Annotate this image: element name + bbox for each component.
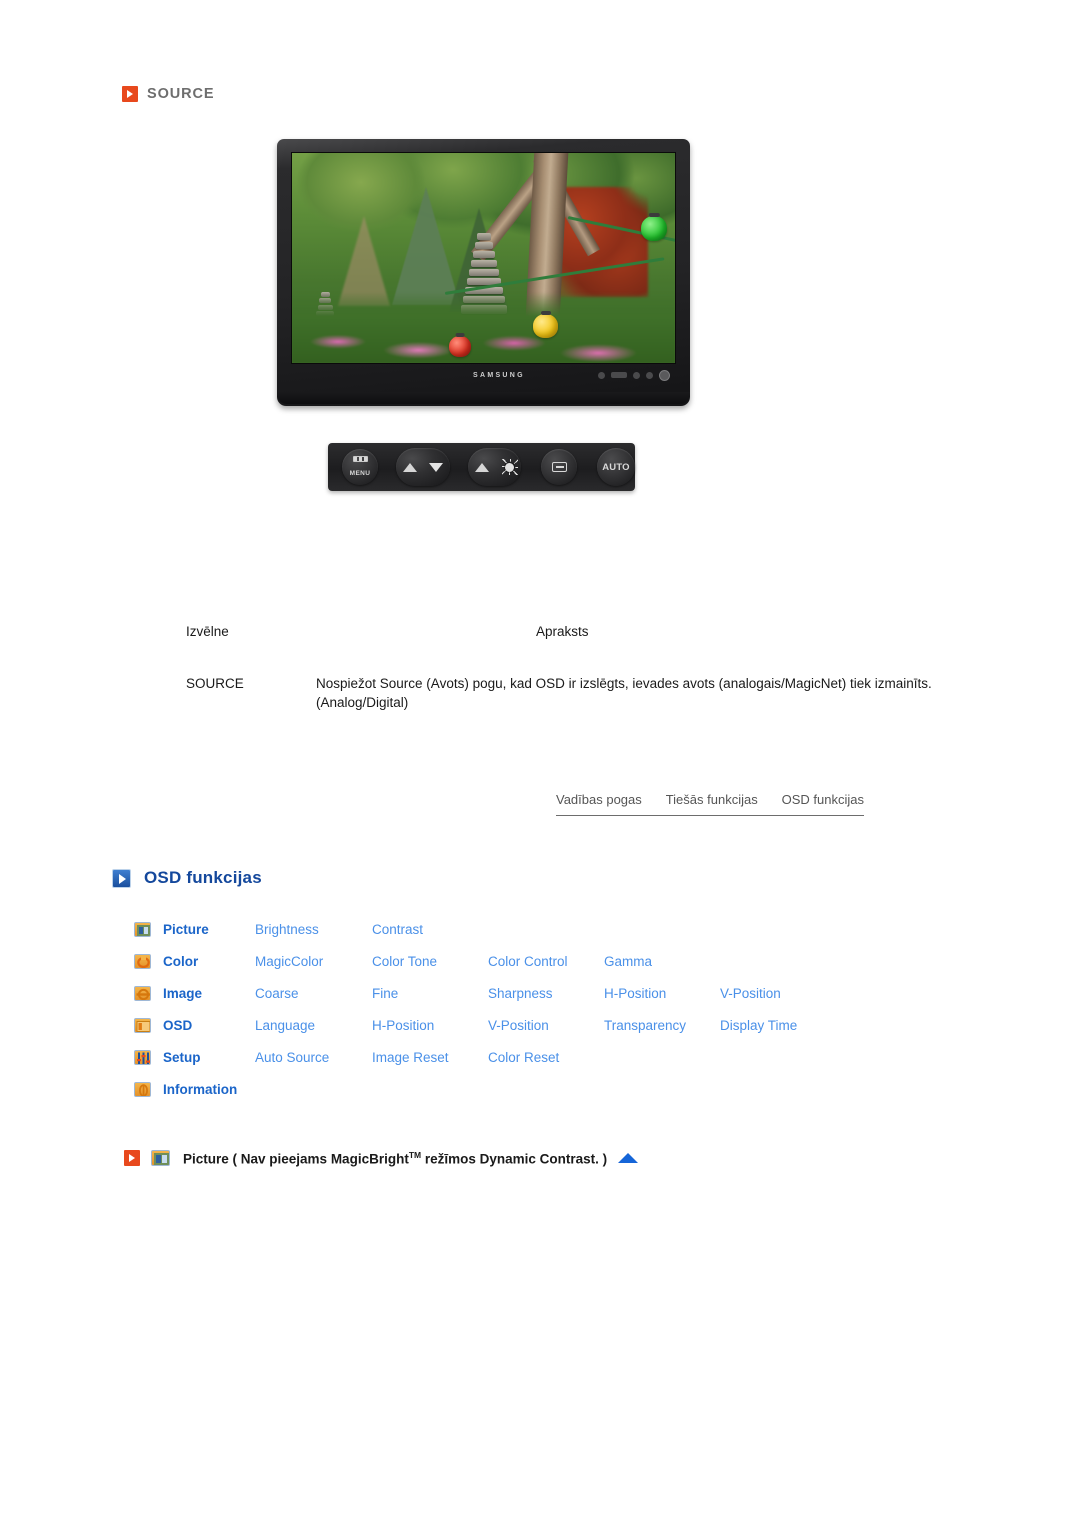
menu-category-label[interactable]: Color (163, 954, 255, 969)
menu-item[interactable]: Gamma (604, 954, 720, 969)
menu-item[interactable]: H-Position (604, 986, 720, 1001)
page-title: SOURCE (147, 86, 215, 102)
menu-item[interactable]: Color Tone (372, 954, 488, 969)
mountain-icon (474, 462, 489, 472)
picture-note-text: Picture ( Nav pieejams MagicBrightTM rež… (183, 1150, 607, 1167)
picture-note-line: Picture ( Nav pieejams MagicBrightTM rež… (124, 1150, 639, 1167)
menu-item[interactable]: Color Reset (488, 1050, 604, 1065)
samsung-logo: SAMSUNG (473, 371, 525, 379)
picture-icon (151, 1150, 170, 1167)
row-menu-name: SOURCE (186, 676, 244, 691)
menu-category-label[interactable]: Setup (163, 1050, 255, 1065)
information-icon (134, 1081, 151, 1097)
description-table: Izvēlne Apraksts SOURCE Nospiežot Source… (186, 624, 946, 712)
menu-row-picture: Picture Brightness Contrast (134, 913, 894, 945)
note-text-after: režīmos Dynamic Contrast. ) (421, 1151, 608, 1167)
menu-row-setup: Setup Auto Source Image Reset Color Rese… (134, 1041, 894, 1073)
osd-icon (134, 1017, 151, 1033)
source-heading: SOURCE (122, 86, 214, 102)
tab-tiesas-funkcijas[interactable]: Tiešās funkcijas (666, 792, 758, 807)
monitor-screen (291, 152, 676, 364)
note-text-before: Picture ( Nav pieejams MagicBright (183, 1151, 409, 1167)
osd-functions-heading: OSD funkcijas (112, 868, 262, 888)
monitor-chin: SAMSUNG (291, 365, 676, 385)
menu-row-image: Image Coarse Fine Sharpness H-Position V… (134, 977, 894, 1009)
monitor-illustration: SAMSUNG (277, 139, 690, 406)
caret-down-icon (428, 462, 443, 472)
osd-menu-matrix: Picture Brightness Contrast Color MagicC… (134, 913, 894, 1105)
menu-item[interactable]: V-Position (488, 1018, 604, 1033)
control-bar-icon (611, 372, 627, 378)
trademark-superscript: TM (408, 1150, 422, 1160)
brightness-rocker-button[interactable] (396, 448, 450, 486)
column-header-description: Apraksts (536, 624, 589, 639)
menu-category-label[interactable]: Picture (163, 922, 255, 937)
tab-bar: Vadības pogas Tiešās funkcijas OSD funkc… (556, 792, 864, 816)
blue-play-bullet-icon (112, 868, 131, 888)
green-lantern (641, 216, 668, 241)
enter-button[interactable] (541, 449, 577, 485)
page-root: SOURCE SAMSUNG MENU AUTO Izvēlne Aprakst… (0, 0, 1080, 1528)
yellow-lantern (533, 313, 559, 338)
auto-text-icon: AUTO (602, 461, 630, 473)
menu-row-information: Information (134, 1073, 894, 1105)
menu-item[interactable]: Fine (372, 986, 488, 1001)
table-row: SOURCE Nospiežot Source (Avots) pogu, ka… (186, 674, 946, 712)
menu-item[interactable]: Coarse (255, 986, 372, 1001)
menu-item[interactable]: V-Position (720, 986, 836, 1001)
menu-category-label[interactable]: Image (163, 986, 255, 1001)
monitor-base (277, 392, 690, 404)
section-title: OSD funkcijas (144, 868, 262, 887)
tab-osd-funkcijas[interactable]: OSD funkcijas (782, 792, 864, 807)
menu-row-osd: OSD Language H-Position V-Position Trans… (134, 1009, 894, 1041)
auto-button[interactable]: AUTO (597, 448, 635, 486)
column-header-menu: Izvēlne (186, 624, 229, 639)
setup-icon (134, 1049, 151, 1065)
orange-play-bullet-icon (122, 86, 138, 102)
brightness-up-rocker-button[interactable] (467, 448, 521, 486)
red-lantern (449, 335, 472, 357)
menu-item[interactable]: Color Control (488, 954, 604, 969)
menu-bars-icon: MENU (350, 455, 371, 479)
orange-play-bullet-icon (124, 1150, 140, 1167)
menu-item[interactable]: Sharpness (488, 986, 604, 1001)
menu-item[interactable]: Display Time (720, 1018, 836, 1033)
blue-up-triangle-icon[interactable] (618, 1153, 639, 1164)
control-dot-icon (646, 371, 653, 379)
monitor-side-controls (598, 369, 670, 381)
menu-item[interactable]: MagicColor (255, 954, 372, 969)
image-icon (134, 985, 151, 1001)
picture-icon (134, 921, 151, 937)
power-button-icon (659, 369, 670, 381)
control-button-panel: MENU AUTO (328, 443, 635, 491)
menu-button[interactable]: MENU (342, 449, 378, 485)
menu-item[interactable]: Brightness (255, 922, 372, 937)
menu-item[interactable]: Image Reset (372, 1050, 488, 1065)
flower-bed (292, 291, 675, 363)
menu-item[interactable]: Contrast (372, 922, 488, 937)
row-description: Nospiežot Source (Avots) pogu, kad OSD i… (316, 676, 932, 711)
menu-category-label[interactable]: Information (163, 1082, 255, 1097)
enter-icon (551, 462, 567, 472)
menu-item[interactable]: H-Position (372, 1018, 488, 1033)
menu-item[interactable]: Auto Source (255, 1050, 372, 1065)
menu-row-color: Color MagicColor Color Tone Color Contro… (134, 945, 894, 977)
control-dot-icon (598, 371, 605, 379)
color-icon (134, 953, 151, 969)
menu-item[interactable]: Transparency (604, 1018, 720, 1033)
sun-brightness-icon (505, 462, 514, 472)
tab-vadibas-pogas[interactable]: Vadības pogas (556, 792, 642, 807)
control-dot-icon (633, 371, 640, 379)
monitor-bezel: SAMSUNG (277, 139, 690, 406)
mountain-caret-down-icon (403, 462, 417, 472)
menu-category-label[interactable]: OSD (163, 1018, 255, 1033)
menu-item[interactable]: Language (255, 1018, 372, 1033)
table-header-row: Izvēlne Apraksts (186, 624, 946, 648)
